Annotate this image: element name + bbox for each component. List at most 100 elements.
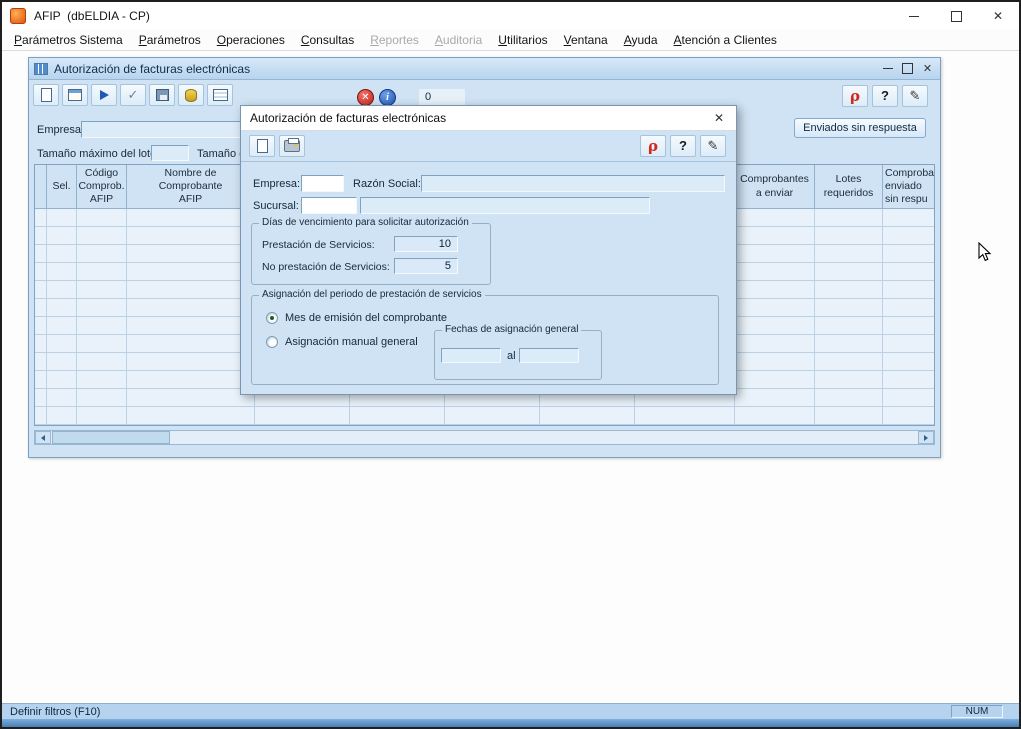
prestacion-servicios-field[interactable] <box>394 236 458 252</box>
menu-item-atencion-a-clientes[interactable]: Atención a Clientes <box>666 30 785 50</box>
scroll-right-button[interactable] <box>918 431 934 444</box>
grid-cell <box>47 227 77 245</box>
dialog-title: Autorización de facturas electrónicas <box>250 111 446 125</box>
left-arrow-icon <box>41 435 45 441</box>
grid-cell <box>127 335 255 353</box>
dialog-close-button[interactable] <box>702 106 736 130</box>
grid-cell <box>35 299 47 317</box>
grid-cell <box>127 263 255 281</box>
dialog-support-button[interactable] <box>640 135 666 157</box>
fecha-hasta-field[interactable] <box>519 348 579 363</box>
minimize-button[interactable] <box>893 2 935 30</box>
menu-bar: Parámetros SistemaParámetrosOperacionesC… <box>2 30 1019 51</box>
grid-column-header[interactable]: Código Comprob. AFIP <box>77 165 127 209</box>
grid-cell <box>127 389 255 407</box>
print-icon <box>284 140 300 152</box>
menu-item-operaciones[interactable]: Operaciones <box>209 30 293 50</box>
grid-cell <box>35 335 47 353</box>
menu-item-reportes[interactable]: Reportes <box>362 30 427 50</box>
menu-item-ayuda[interactable]: Ayuda <box>616 30 666 50</box>
radio-asignacion-manual[interactable] <box>266 336 278 348</box>
child-minimize-button[interactable] <box>879 61 896 76</box>
child-toolbar <box>33 84 233 106</box>
dialog-print-button[interactable] <box>279 135 305 157</box>
properties-button[interactable] <box>62 84 88 106</box>
horizontal-scrollbar[interactable] <box>34 430 935 445</box>
window-controls <box>893 2 1019 30</box>
cancel-circle-icon[interactable] <box>357 89 374 106</box>
grid-cell <box>735 227 815 245</box>
grid-cell <box>735 407 815 425</box>
grid-cell <box>815 389 883 407</box>
right-arrow-icon <box>924 435 928 441</box>
grid-column-header[interactable]: Comprobantes a enviar <box>735 165 815 209</box>
dialog-sucursal-name-field[interactable] <box>360 197 650 214</box>
title-bar[interactable]: AFIP (dbELDIA - CP) <box>2 2 1019 30</box>
menu-item-utilitarios[interactable]: Utilitarios <box>490 30 555 50</box>
database-button[interactable] <box>178 84 204 106</box>
counter-field[interactable] <box>419 89 465 106</box>
menu-item-parametros-sistema[interactable]: Parámetros Sistema <box>6 30 131 50</box>
dialog-sucursal-field[interactable] <box>301 197 357 214</box>
info-circle-icon[interactable] <box>379 89 396 106</box>
grid-column-header[interactable] <box>35 165 47 209</box>
grid-cell <box>735 317 815 335</box>
sign-button[interactable] <box>902 85 928 107</box>
dialog-help-button[interactable] <box>670 135 696 157</box>
menu-item-consultas[interactable]: Consultas <box>293 30 362 50</box>
radio-asignacion-manual-label[interactable]: Asignación manual general <box>285 336 418 348</box>
grid-cell <box>77 209 127 227</box>
radio-mes-emision[interactable] <box>266 312 278 324</box>
fecha-desde-field[interactable] <box>441 348 501 363</box>
save-button[interactable] <box>149 84 175 106</box>
grid-cell <box>735 263 815 281</box>
dialog-sign-button[interactable] <box>700 135 726 157</box>
grid-column-header[interactable]: Nombre de Comprobante AFIP <box>127 165 255 209</box>
grid-cell <box>47 317 77 335</box>
export-grid-button[interactable] <box>207 84 233 106</box>
child-maximize-button[interactable] <box>899 61 916 76</box>
menu-item-parametros[interactable]: Parámetros <box>131 30 209 50</box>
help-button[interactable] <box>872 85 898 107</box>
enviados-sin-respuesta-button[interactable]: Enviados sin respuesta <box>794 118 926 138</box>
scrollbar-thumb[interactable] <box>52 431 170 444</box>
menu-item-ventana[interactable]: Ventana <box>556 30 616 50</box>
dialog-razon-social-field[interactable] <box>421 175 725 192</box>
grid-cell <box>815 209 883 227</box>
grid-cell <box>35 317 47 335</box>
grid-cell <box>735 209 815 227</box>
menu-item-auditoria[interactable]: Auditoria <box>427 30 490 50</box>
grid-column-header[interactable]: Sel. <box>47 165 77 209</box>
close-button[interactable] <box>977 2 1019 30</box>
run-button[interactable] <box>91 84 117 106</box>
support-button[interactable] <box>842 85 868 107</box>
check-icon <box>128 86 139 104</box>
grid-cell <box>127 227 255 245</box>
group-asignacion-legend: Asignación del periodo de prestación de … <box>259 289 485 300</box>
grid-cell <box>255 407 350 425</box>
confirm-button[interactable] <box>120 84 146 106</box>
help-icon <box>679 137 687 155</box>
dialog-new-button[interactable] <box>249 135 275 157</box>
radio-mes-emision-label[interactable]: Mes de emisión del comprobante <box>285 312 447 324</box>
grid-cell <box>35 245 47 263</box>
no-prestacion-servicios-field[interactable] <box>394 258 458 274</box>
child-close-button[interactable] <box>919 61 936 76</box>
new-document-button[interactable] <box>33 84 59 106</box>
grid-column-header[interactable]: Lotes requeridos <box>815 165 883 209</box>
grid-cell <box>735 281 815 299</box>
grid-row[interactable] <box>35 407 935 425</box>
dialog-autorizacion: Autorización de facturas electrónicas Em… <box>240 105 737 395</box>
grid-cell <box>47 407 77 425</box>
grid-column-header[interactable]: Comproba enviado sin respu <box>883 165 935 209</box>
lote-maximo-field[interactable] <box>151 145 189 161</box>
dialog-title-bar[interactable]: Autorización de facturas electrónicas <box>241 106 736 131</box>
group-fechas-legend: Fechas de asignación general <box>442 324 581 335</box>
dialog-empresa-field[interactable] <box>301 175 344 192</box>
group-fechas-asignacion: Fechas de asignación general al <box>434 330 602 380</box>
grid-cell <box>35 371 47 389</box>
grid-cell <box>815 407 883 425</box>
child-title-bar[interactable]: Autorización de facturas electrónicas <box>29 58 940 80</box>
scroll-left-button[interactable] <box>35 431 51 444</box>
maximize-button[interactable] <box>935 2 977 30</box>
